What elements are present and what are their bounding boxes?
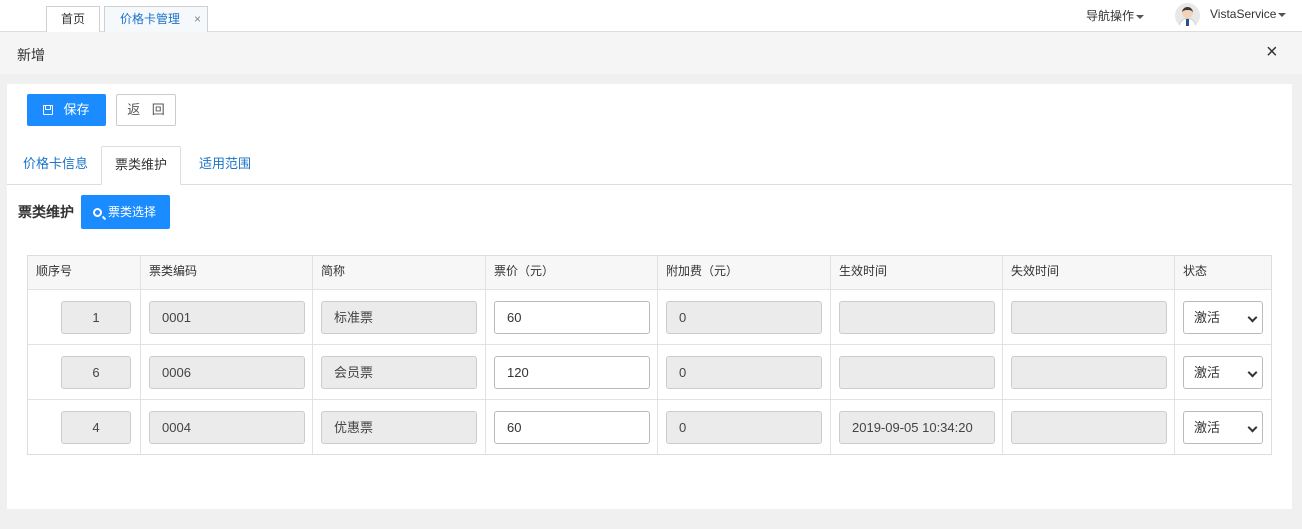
dialog-header: 新增 × — [0, 32, 1302, 74]
nav-operations-label: 导航操作 — [1086, 9, 1135, 23]
caret-down-icon — [1136, 14, 1145, 19]
ticket-select-button[interactable]: 票类选择 — [81, 195, 170, 229]
close-icon[interactable]: × — [1266, 41, 1278, 63]
table-row: 1 0001 标准票 60 0 激活 — [28, 289, 1271, 344]
surcharge-field: 0 — [666, 356, 822, 389]
column-header: 生效时间 — [830, 256, 1002, 289]
code-field: 0001 — [149, 301, 305, 334]
tab-scope[interactable]: 适用范围 — [199, 146, 251, 185]
column-header: 失效时间 — [1002, 256, 1174, 289]
code-field: 0004 — [149, 411, 305, 444]
ticket-select-label: 票类选择 — [108, 205, 157, 219]
name-field: 标准票 — [321, 301, 477, 334]
save-label: 保存 — [63, 102, 90, 117]
price-input[interactable]: 120 — [494, 356, 650, 389]
effective-time-field — [839, 301, 995, 334]
nav-operations-dropdown[interactable]: 导航操作 — [1086, 7, 1145, 24]
column-header: 票价（元） — [485, 256, 657, 289]
content-panel: 保存 返 回 价格卡信息 票类维护 适用范围 票类维护 票类选择 顺序号 票类编… — [7, 84, 1292, 509]
search-icon — [93, 208, 102, 217]
surcharge-field: 0 — [666, 301, 822, 334]
surcharge-field: 0 — [666, 411, 822, 444]
expire-time-field — [1011, 411, 1167, 444]
tab-price-card-info[interactable]: 价格卡信息 — [23, 146, 88, 185]
column-header: 附加费（元） — [657, 256, 830, 289]
column-header: 状态 — [1174, 256, 1273, 289]
name-field: 会员票 — [321, 356, 477, 389]
expire-time-field — [1011, 301, 1167, 334]
chevron-down-icon — [1247, 312, 1258, 323]
price-input[interactable]: 60 — [494, 301, 650, 334]
effective-time-field: 2019-09-05 10:34:20 — [839, 411, 995, 444]
close-icon[interactable]: × — [194, 7, 201, 31]
chevron-down-icon — [1247, 367, 1258, 378]
seq-field: 6 — [61, 356, 131, 389]
save-button[interactable]: 保存 — [27, 94, 106, 126]
user-name: VistaService — [1210, 7, 1277, 21]
save-icon — [43, 105, 54, 115]
seq-field: 1 — [61, 301, 131, 334]
tab-price-card-management[interactable]: 价格卡管理 × — [104, 6, 208, 32]
status-select[interactable]: 激活 — [1183, 301, 1263, 334]
dialog-title: 新增 — [17, 47, 45, 63]
top-tab-bar: 首页 价格卡管理 × 导航操作 VistaService — [0, 0, 1302, 32]
user-menu[interactable]: VistaService — [1210, 7, 1287, 21]
column-header: 票类编码 — [140, 256, 312, 289]
status-select[interactable]: 激活 — [1183, 411, 1263, 444]
column-header: 顺序号 — [36, 264, 73, 278]
code-field: 0006 — [149, 356, 305, 389]
tab-home[interactable]: 首页 — [46, 6, 100, 32]
table-row: 4 0004 优惠票 60 0 2019-09-05 10:34:20 激活 — [28, 399, 1271, 454]
expire-time-field — [1011, 356, 1167, 389]
status-select[interactable]: 激活 — [1183, 356, 1263, 389]
ticket-table: 顺序号 票类编码 简称 票价（元） 附加费（元） 生效时间 失效时间 状态 1 … — [27, 255, 1272, 455]
table-header-row: 顺序号 票类编码 简称 票价（元） 附加费（元） 生效时间 失效时间 状态 — [28, 256, 1271, 289]
avatar[interactable] — [1175, 3, 1200, 28]
status-value: 激活 — [1194, 365, 1221, 380]
chevron-down-icon — [1247, 422, 1258, 433]
section-title: 票类维护 — [18, 204, 74, 220]
status-value: 激活 — [1194, 420, 1221, 435]
seq-field: 4 — [61, 411, 131, 444]
tab-label: 价格卡管理 — [120, 12, 181, 26]
caret-down-icon — [1278, 12, 1287, 17]
tab-ticket-maintenance[interactable]: 票类维护 — [101, 146, 181, 185]
column-header: 简称 — [312, 256, 485, 289]
effective-time-field — [839, 356, 995, 389]
back-button[interactable]: 返 回 — [116, 94, 176, 126]
table-row: 6 0006 会员票 120 0 激活 — [28, 344, 1271, 399]
name-field: 优惠票 — [321, 411, 477, 444]
price-input[interactable]: 60 — [494, 411, 650, 444]
status-value: 激活 — [1194, 310, 1221, 325]
